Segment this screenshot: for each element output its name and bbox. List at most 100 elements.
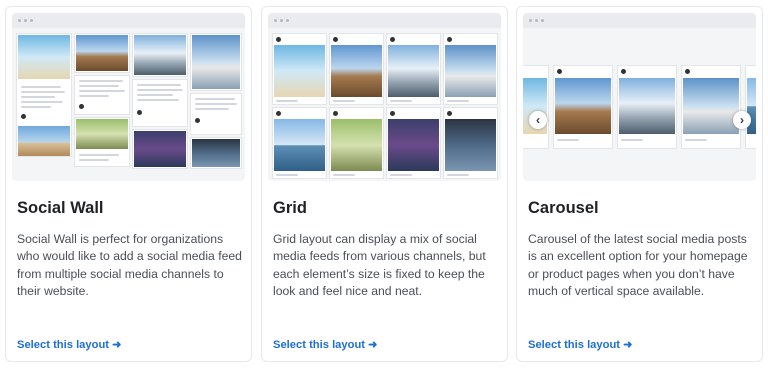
select-layout-label: Select this layout <box>17 339 110 351</box>
post-text <box>21 106 51 108</box>
feed-post <box>190 93 242 135</box>
carousel-preview: ‹ › <box>523 13 756 181</box>
browser-bar <box>268 13 501 28</box>
post-image <box>76 35 128 71</box>
post-text <box>137 99 179 101</box>
card-title: Grid <box>273 199 307 217</box>
post-text <box>21 86 61 88</box>
post-date <box>447 174 469 176</box>
avatar <box>333 37 338 42</box>
grid-post <box>443 33 498 105</box>
avatar <box>276 37 281 42</box>
post-image <box>445 45 496 97</box>
post-date <box>333 100 355 102</box>
window-dot-icon <box>280 19 283 22</box>
avatar <box>276 111 281 116</box>
grid-post <box>329 107 384 179</box>
post-image <box>134 131 186 167</box>
post-text <box>21 101 63 103</box>
post-image <box>192 139 240 167</box>
select-layout-link[interactable]: Select this layout ➜ <box>17 338 122 351</box>
post-date <box>685 139 707 141</box>
window-dot-icon <box>529 19 532 22</box>
avatar <box>195 118 200 123</box>
post-date <box>621 139 643 141</box>
post-image <box>619 78 675 134</box>
post-text <box>137 89 183 91</box>
avatar <box>557 69 562 74</box>
post-text <box>195 108 229 110</box>
carousel-post <box>523 65 549 149</box>
avatar <box>390 111 395 116</box>
avatar <box>685 69 690 74</box>
feed-post <box>132 129 188 169</box>
card-description: Grid layout can display a mix of social … <box>273 232 486 299</box>
avatar <box>390 37 395 42</box>
feed-post <box>132 33 188 77</box>
card-title: Social Wall <box>17 199 104 217</box>
post-date <box>276 174 298 176</box>
post-text <box>79 85 119 87</box>
avatar <box>621 69 626 74</box>
arrow-right-icon: ➜ <box>112 339 122 351</box>
carousel-post <box>745 65 756 149</box>
window-dot-icon <box>541 19 544 22</box>
post-image <box>388 119 439 171</box>
carousel-next-button[interactable]: › <box>733 111 751 129</box>
layout-card-carousel[interactable]: ‹ › Carousel Carousel of the latest soci… <box>516 6 763 362</box>
post-image <box>192 35 240 89</box>
avatar <box>447 37 452 42</box>
carousel-post <box>617 65 677 149</box>
post-image <box>331 119 382 171</box>
post-text <box>79 154 119 156</box>
select-layout-label: Select this layout <box>528 339 621 351</box>
card-title: Carousel <box>528 199 599 217</box>
post-date <box>390 174 412 176</box>
post-date <box>333 174 355 176</box>
post-image <box>18 126 70 156</box>
browser-bar <box>12 13 245 28</box>
feed-post <box>74 33 130 73</box>
select-layout-label: Select this layout <box>273 339 366 351</box>
select-layout-link[interactable]: Select this layout ➜ <box>273 338 378 351</box>
avatar <box>333 111 338 116</box>
layout-card-grid[interactable]: Grid Grid layout can display a mix of so… <box>261 6 508 362</box>
post-image <box>331 45 382 97</box>
avatar <box>447 111 452 116</box>
feed-post <box>190 33 242 91</box>
post-image <box>274 119 325 171</box>
window-dot-icon <box>18 19 21 22</box>
post-image <box>445 119 496 171</box>
post-text <box>137 84 181 86</box>
post-text <box>79 90 125 92</box>
select-layout-link[interactable]: Select this layout ➜ <box>528 338 633 351</box>
grid-post <box>386 107 441 179</box>
post-image <box>76 119 128 149</box>
feed-post <box>16 33 72 157</box>
post-image <box>274 45 325 97</box>
card-description: Social Wall is perfect for organizations… <box>17 232 242 299</box>
post-image <box>388 45 439 97</box>
feed-post <box>74 117 130 167</box>
post-text <box>195 103 237 105</box>
layout-card-social-wall[interactable]: Social Wall Social Wall is perfect for o… <box>5 6 252 362</box>
avatar <box>137 110 142 115</box>
post-date <box>390 100 412 102</box>
carousel-prev-button[interactable]: ‹ <box>529 111 547 129</box>
window-dot-icon <box>286 19 289 22</box>
post-text <box>79 80 123 82</box>
carousel-post <box>681 65 741 149</box>
post-image <box>134 35 186 75</box>
browser-bar <box>523 13 756 28</box>
feed-post <box>190 137 242 169</box>
avatar <box>79 104 84 109</box>
social-wall-preview <box>12 13 245 181</box>
post-text <box>21 96 55 98</box>
post-date <box>557 139 579 141</box>
arrow-right-icon: ➜ <box>623 339 633 351</box>
window-dot-icon <box>24 19 27 22</box>
post-text <box>195 98 235 100</box>
window-dot-icon <box>535 19 538 22</box>
window-dot-icon <box>30 19 33 22</box>
feed-post <box>74 75 130 115</box>
